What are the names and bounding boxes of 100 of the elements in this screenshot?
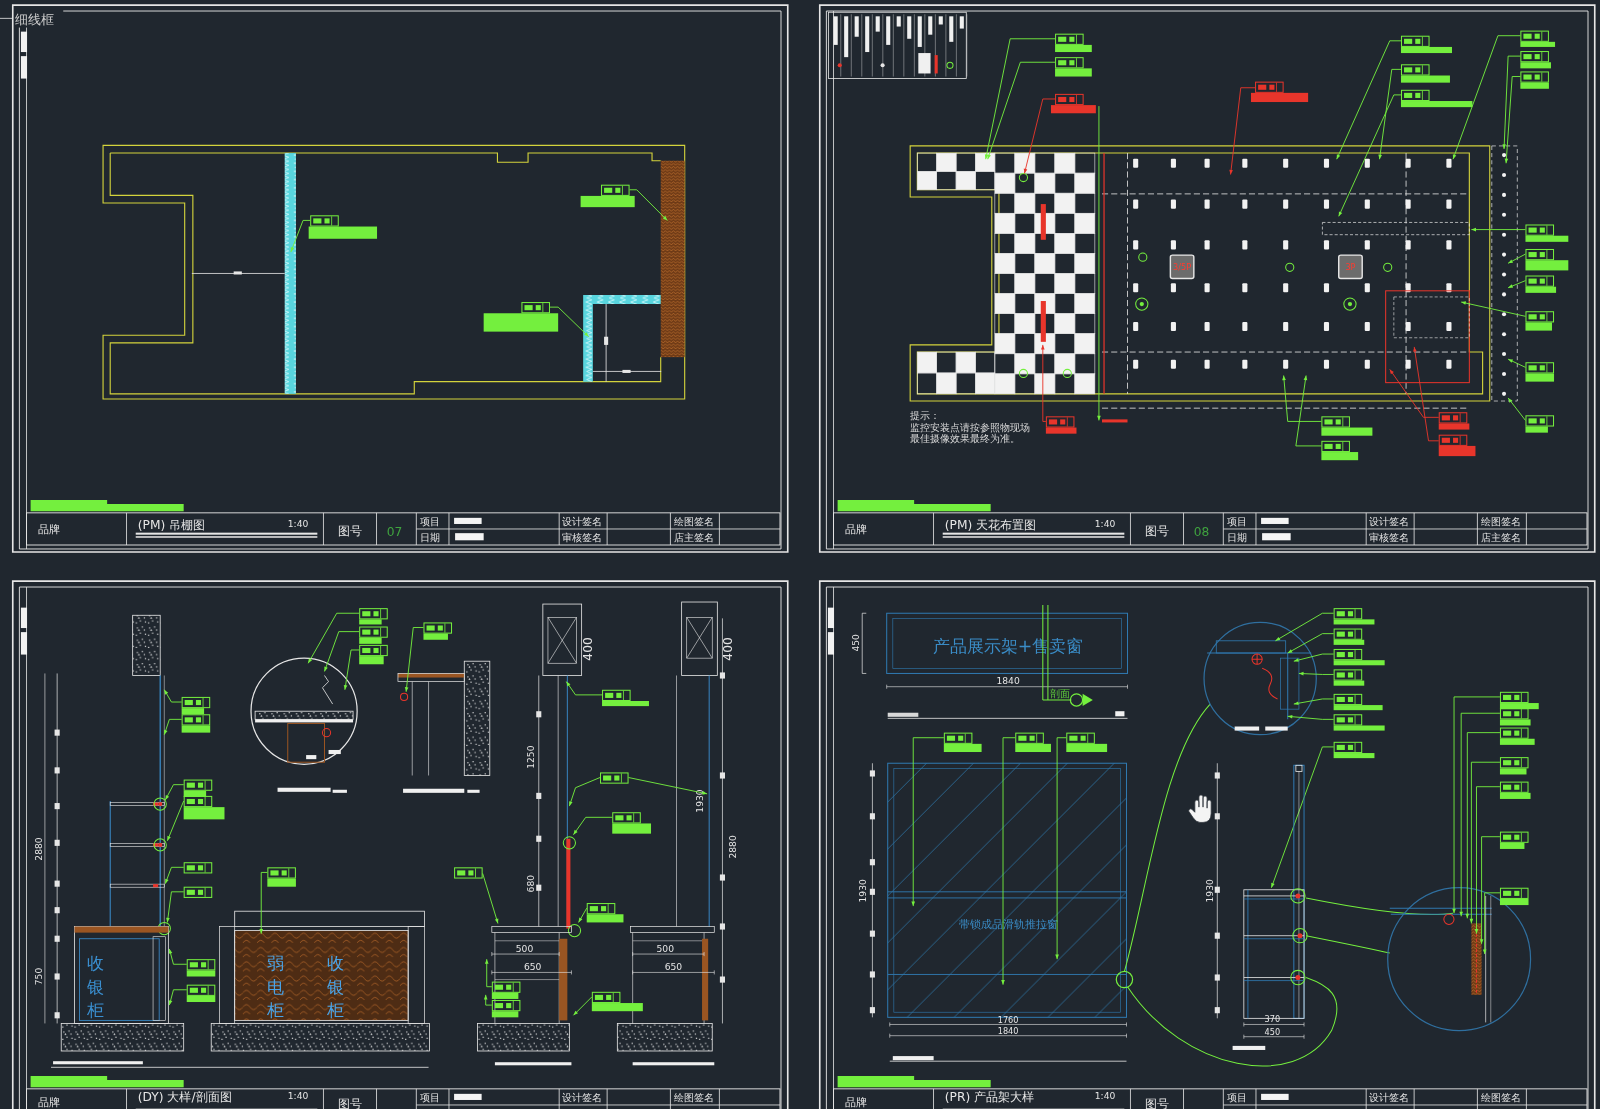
callout-tag: [612, 812, 651, 834]
fixture-label: 3P: [1345, 262, 1356, 273]
review-signature-label: 审核签名: [562, 532, 603, 543]
callout-tag: [1333, 693, 1383, 711]
light-fixture-icon: [1170, 283, 1176, 293]
callout-tag: [1525, 249, 1569, 271]
callout-tag: [1438, 434, 1476, 457]
floor-tile: [975, 152, 996, 172]
frame-label: 细线框: [15, 12, 55, 27]
callout-tag: [1333, 628, 1365, 645]
floor-tile: [1034, 233, 1056, 254]
light-fixture-icon: [1446, 240, 1452, 250]
callout-tag: [186, 959, 216, 977]
floor-tile: [994, 253, 1016, 274]
leader-line: [1460, 301, 1526, 317]
floor-tile: [1014, 253, 1036, 274]
light-fixture-icon: [1323, 199, 1330, 209]
drawing-title: (PR) 产品架大样: [944, 1090, 1035, 1104]
callout-tag: [423, 622, 453, 640]
floor-tile: [1074, 373, 1096, 395]
floor-tile: [1054, 253, 1076, 274]
light-fixture-icon: [1204, 321, 1210, 332]
circle-marker-icon: [1138, 252, 1148, 262]
floor-tile: [936, 152, 957, 172]
callout-tag: [1055, 33, 1092, 53]
leader-line: [483, 994, 493, 1006]
floor-tile: [1074, 313, 1096, 334]
floor-tile: [994, 313, 1016, 334]
light-fixture-icon: [1283, 321, 1289, 332]
cabinet-label: 收银柜: [86, 953, 104, 1021]
leader-line: [578, 907, 588, 923]
circle-marker-icon: [1018, 368, 1028, 379]
callout-tag: [943, 732, 982, 752]
light-fixture-icon: [1283, 240, 1289, 250]
light-fixture-icon: [1446, 359, 1452, 369]
callout-tag: [580, 184, 635, 208]
floor-tile: [955, 351, 976, 374]
project-label: 项目: [420, 1092, 441, 1103]
light-fixture-icon: [1405, 199, 1411, 209]
floor-tile: [1034, 172, 1056, 194]
floor-tile: [936, 171, 957, 191]
light-fixture-icon: [1242, 283, 1248, 293]
callout-tag: [1400, 64, 1450, 83]
light-fixture-icon: [1446, 283, 1452, 293]
light-fixture-icon: [1204, 359, 1210, 369]
floor-tile: [1074, 253, 1096, 274]
dimension-text: 1840: [997, 1026, 1019, 1037]
callout-tag: [183, 886, 213, 898]
owner-signature-label: 店主签名: [674, 532, 715, 543]
floor-tile: [1014, 313, 1036, 334]
caption-bar: [887, 712, 919, 717]
leader-line: [1287, 714, 1335, 720]
callout-tag: [1333, 648, 1385, 666]
light-fixture-icon: [1446, 158, 1452, 168]
dimension-text: 1760: [997, 1014, 1019, 1025]
drawing-scale: 1:40: [287, 1090, 309, 1102]
concrete-block: [132, 614, 161, 676]
light-fixture-icon: [1170, 240, 1176, 250]
frame-tab: [827, 632, 835, 655]
floor-tile: [994, 233, 1016, 254]
note-text: 最佳摄像效果最终为准。: [910, 432, 1021, 444]
light-fixture-icon: [1323, 359, 1330, 369]
floor-tile: [1074, 273, 1096, 294]
callout-tag: [1525, 224, 1569, 242]
light-fixture-icon: [1170, 199, 1176, 209]
callout-tag: [1333, 669, 1365, 686]
leader-line: [568, 777, 601, 807]
circle-marker-icon: [567, 923, 582, 938]
callout-tag: [183, 795, 225, 820]
floor-tile: [955, 171, 976, 191]
floor-tile: [1054, 172, 1076, 194]
callout-tag: [602, 689, 649, 707]
floor-tile: [1014, 172, 1036, 194]
floor-tile: [1054, 273, 1076, 294]
light-dot-icon: [1502, 212, 1507, 217]
callout-tag: [183, 779, 213, 797]
floor-tile: [1074, 152, 1096, 174]
callout-tag: [1525, 275, 1557, 293]
floor-tile: [917, 171, 937, 191]
light-fixture-icon: [1242, 199, 1248, 209]
callout-tag: [591, 991, 643, 1012]
dimension-text: 400: [720, 637, 735, 661]
light-strip: [1040, 204, 1046, 240]
floor-tile: [917, 152, 937, 172]
number-label: 图号: [1144, 1096, 1169, 1109]
drawing-scale: 1:40: [287, 518, 309, 530]
light-fixture-icon: [1283, 199, 1289, 209]
callout-tag: [267, 867, 296, 887]
design-signature-label: 设计签名: [1369, 516, 1410, 527]
floor-tile: [1054, 353, 1076, 375]
callout-tag: [186, 984, 216, 1002]
number-label: 图号: [337, 524, 362, 539]
callout-tag: [1499, 781, 1531, 799]
floor-tile: [1054, 313, 1076, 334]
circle-marker-icon: [153, 797, 167, 811]
floor-tile: [1054, 293, 1076, 314]
leader-line: [1275, 612, 1335, 642]
leader-line: [259, 871, 268, 935]
light-fixture-icon: [1133, 240, 1139, 250]
callout-tag: [1251, 81, 1309, 103]
